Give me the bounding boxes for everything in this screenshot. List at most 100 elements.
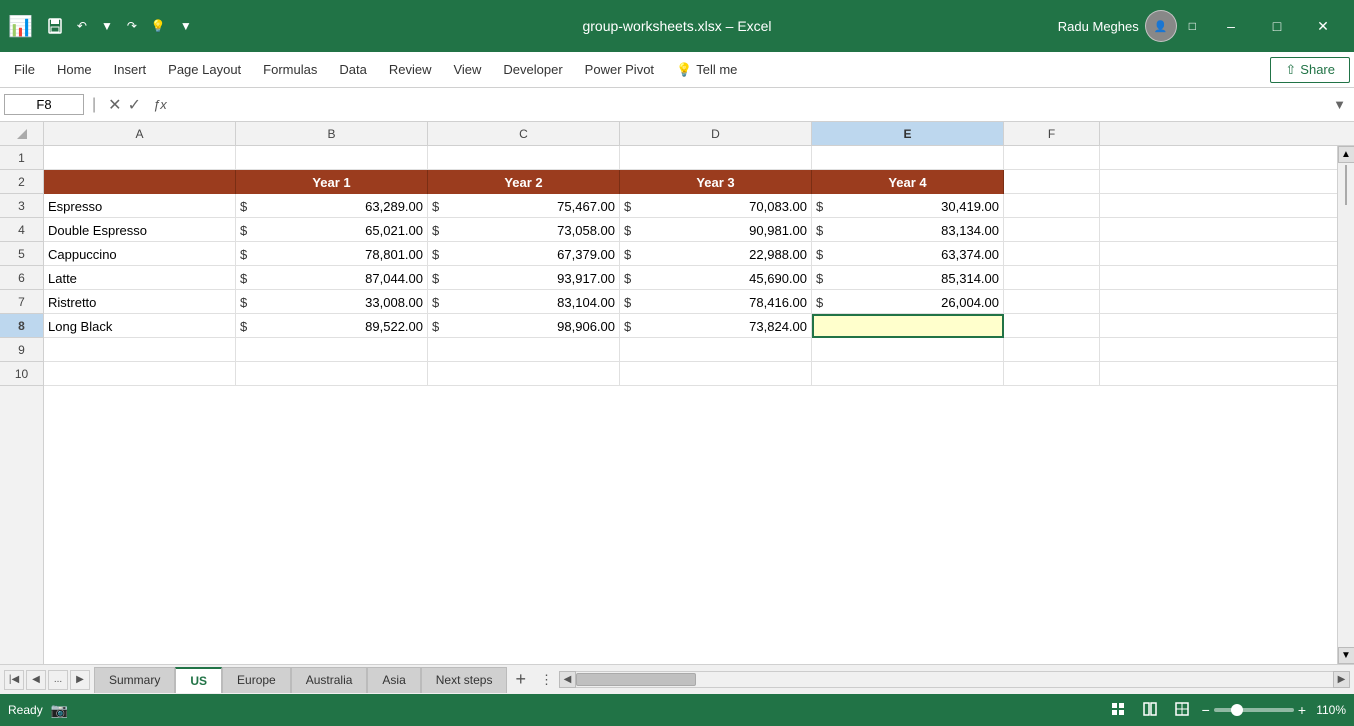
more-sheets-button[interactable]: ...	[48, 670, 68, 690]
cell-G7[interactable]	[1004, 290, 1100, 314]
minimize-button[interactable]: –	[1208, 10, 1254, 42]
cell-B5[interactable]: Cappuccino	[44, 242, 236, 266]
cell-F1[interactable]	[812, 146, 1004, 170]
hscroll-thumb[interactable]	[576, 673, 696, 686]
cell-D8[interactable]: $98,906.00	[428, 314, 620, 338]
zoom-out-button[interactable]: −	[1202, 702, 1210, 718]
col-header-D[interactable]: D	[620, 122, 812, 145]
row-num-4[interactable]: 4	[0, 218, 43, 242]
tab-us[interactable]: US	[175, 667, 222, 693]
cell-E5[interactable]: $22,988.00	[620, 242, 812, 266]
scroll-down-button[interactable]: ▼	[1338, 647, 1354, 664]
menu-formulas[interactable]: Formulas	[253, 58, 327, 81]
row-num-1[interactable]: 1	[0, 146, 43, 170]
menu-home[interactable]: Home	[47, 58, 102, 81]
share-button[interactable]: ⇧ Share	[1270, 57, 1350, 83]
cell-D6[interactable]: $93,917.00	[428, 266, 620, 290]
tab-nextsteps[interactable]: Next steps	[421, 667, 508, 693]
formula-dropdown-icon[interactable]: ▼	[1329, 97, 1350, 112]
scroll-up-button[interactable]: ▲	[1338, 146, 1354, 163]
cell-C8[interactable]: $89,522.00	[236, 314, 428, 338]
tab-australia[interactable]: Australia	[291, 667, 368, 693]
page-layout-view-button[interactable]	[1138, 699, 1162, 722]
cell-D4[interactable]: $73,058.00	[428, 218, 620, 242]
cell-G5[interactable]	[1004, 242, 1100, 266]
cell-D9[interactable]	[428, 338, 620, 362]
cell-G6[interactable]	[1004, 266, 1100, 290]
hscroll-right-button[interactable]: ▶	[1333, 671, 1350, 688]
cell-F4[interactable]: $83,134.00	[812, 218, 1004, 242]
hscroll-left-button[interactable]: ◀	[559, 671, 576, 688]
cell-G4[interactable]	[1004, 218, 1100, 242]
col-header-G[interactable]	[1100, 122, 1117, 145]
cell-D1[interactable]	[428, 146, 620, 170]
cell-F2-header[interactable]: Year 4	[812, 170, 1004, 194]
customize-button[interactable]: ▼	[176, 17, 196, 35]
ribbon-display-button[interactable]: □	[1185, 17, 1200, 35]
hscroll-track[interactable]	[576, 671, 1333, 688]
vertical-scrollbar[interactable]: ▲ ▼	[1337, 146, 1354, 664]
cell-B6[interactable]: Latte	[44, 266, 236, 290]
menu-powerpivot[interactable]: Power Pivot	[575, 58, 664, 81]
cell-E7[interactable]: $78,416.00	[620, 290, 812, 314]
zoom-in-button[interactable]: +	[1298, 702, 1306, 718]
cell-C1[interactable]	[236, 146, 428, 170]
confirm-formula-icon[interactable]: ✓	[128, 95, 141, 115]
cell-E2-header[interactable]: Year 3	[620, 170, 812, 194]
cell-C7[interactable]: $33,008.00	[236, 290, 428, 314]
cell-D5[interactable]: $67,379.00	[428, 242, 620, 266]
cell-B1[interactable]	[44, 146, 236, 170]
menu-insert[interactable]: Insert	[104, 58, 157, 81]
cell-F8[interactable]	[812, 314, 1004, 338]
prev-sheet-button[interactable]: ◀	[26, 670, 46, 690]
tab-europe[interactable]: Europe	[222, 667, 291, 693]
menu-pagelayout[interactable]: Page Layout	[158, 58, 251, 81]
cell-G2[interactable]	[1004, 170, 1100, 194]
row-num-7[interactable]: 7	[0, 290, 43, 314]
cell-C3[interactable]: $63,289.00	[236, 194, 428, 218]
menu-data[interactable]: Data	[329, 58, 376, 81]
cell-G10[interactable]	[1004, 362, 1100, 386]
cell-F7[interactable]: $26,004.00	[812, 290, 1004, 314]
cell-B8[interactable]: Long Black	[44, 314, 236, 338]
tell-me-section[interactable]: 💡 Tell me	[666, 58, 747, 82]
tab-summary[interactable]: Summary	[94, 667, 175, 693]
cell-D3[interactable]: $75,467.00	[428, 194, 620, 218]
cell-B3[interactable]: Espresso	[44, 194, 236, 218]
cell-C5[interactable]: $78,801.00	[236, 242, 428, 266]
cell-F6[interactable]: $85,314.00	[812, 266, 1004, 290]
col-header-F[interactable]: F	[1004, 122, 1100, 145]
save-button[interactable]	[43, 16, 67, 36]
cell-C9[interactable]	[236, 338, 428, 362]
cell-G9[interactable]	[1004, 338, 1100, 362]
tab-options-button[interactable]: ⋮	[534, 672, 559, 688]
redo-button[interactable]: ↷	[123, 17, 141, 35]
cell-B10[interactable]	[44, 362, 236, 386]
row-num-3[interactable]: 3	[0, 194, 43, 218]
scroll-thumb[interactable]	[1345, 165, 1347, 205]
next-sheet-button[interactable]: ▶	[70, 670, 90, 690]
cell-B7[interactable]: Ristretto	[44, 290, 236, 314]
cell-F10[interactable]	[812, 362, 1004, 386]
row-num-5[interactable]: 5	[0, 242, 43, 266]
cell-C6[interactable]: $87,044.00	[236, 266, 428, 290]
cell-E3[interactable]: $70,083.00	[620, 194, 812, 218]
cancel-formula-icon[interactable]: ✕	[108, 95, 121, 115]
cell-C4[interactable]: $65,021.00	[236, 218, 428, 242]
cell-E1[interactable]	[620, 146, 812, 170]
cell-G3[interactable]	[1004, 194, 1100, 218]
page-break-view-button[interactable]	[1170, 699, 1194, 722]
cell-F3[interactable]: $30,419.00	[812, 194, 1004, 218]
row-num-9[interactable]: 9	[0, 338, 43, 362]
cell-E6[interactable]: $45,690.00	[620, 266, 812, 290]
cell-C10[interactable]	[236, 362, 428, 386]
cell-G1[interactable]	[1004, 146, 1100, 170]
col-header-E[interactable]: E	[812, 122, 1004, 145]
menu-developer[interactable]: Developer	[493, 58, 572, 81]
formula-input[interactable]	[175, 95, 1325, 114]
undo-button[interactable]: ↶	[73, 17, 91, 35]
cell-F9[interactable]	[812, 338, 1004, 362]
cell-G8[interactable]	[1004, 314, 1100, 338]
maximize-button[interactable]: □	[1254, 10, 1300, 42]
col-header-C[interactable]: C	[428, 122, 620, 145]
